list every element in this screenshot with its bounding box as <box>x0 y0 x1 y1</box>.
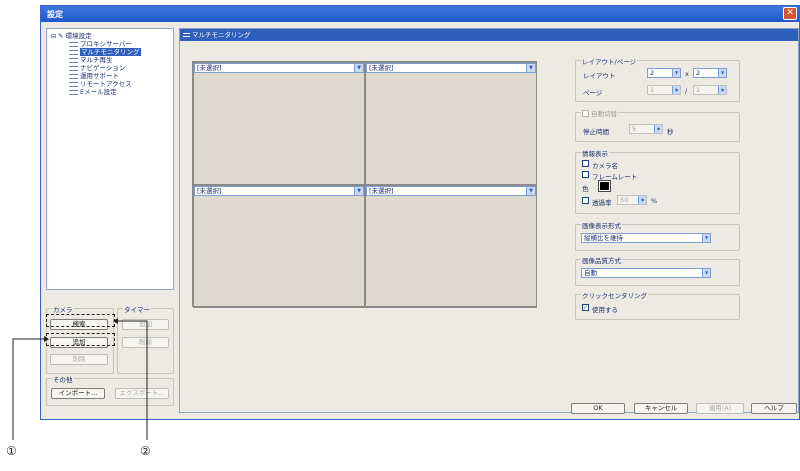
callout-2: ② <box>140 444 151 458</box>
arrow-1-icon <box>44 336 49 342</box>
callout-leader-lines <box>12 318 148 440</box>
callout-1: ① <box>6 444 17 458</box>
leader-line-2 <box>118 320 148 440</box>
leader-line-1 <box>12 338 44 440</box>
arrow-2-icon <box>113 318 118 324</box>
